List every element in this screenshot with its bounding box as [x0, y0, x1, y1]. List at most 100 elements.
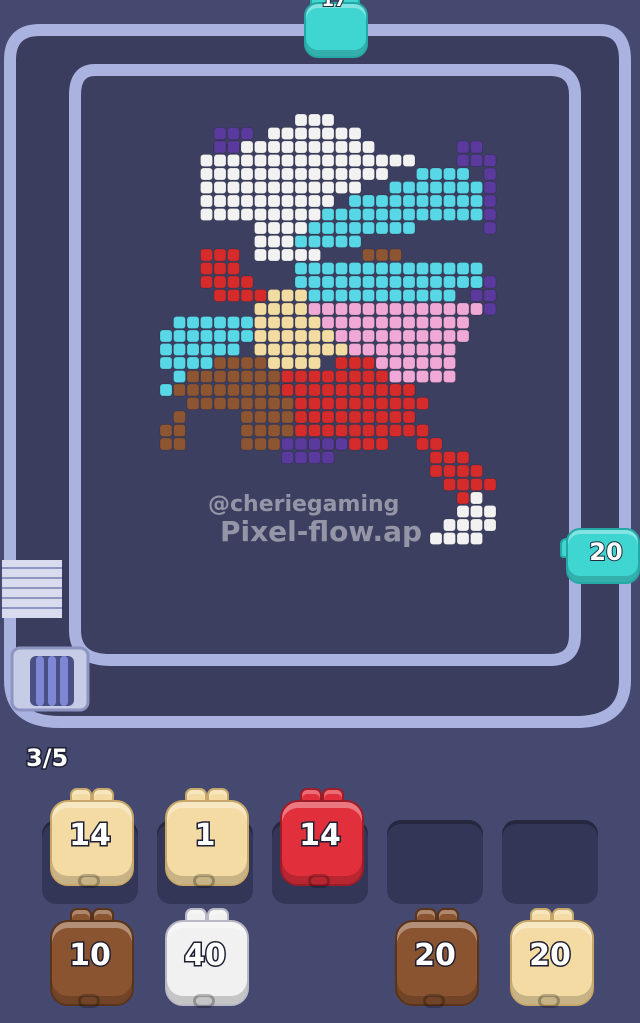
pixel-block	[389, 194, 402, 208]
pixel-block	[362, 194, 375, 208]
pixel-block	[227, 383, 240, 397]
pixel-block	[483, 208, 497, 221]
pixel-block	[470, 505, 483, 518]
pixel-block	[443, 208, 456, 221]
pixel-block	[267, 167, 281, 181]
pig-ammo-count: 10	[68, 937, 113, 975]
pixel-block	[281, 221, 294, 235]
pixel-block	[294, 397, 308, 410]
pixel-block	[402, 356, 416, 370]
pixel-block	[389, 154, 402, 167]
pixel-block	[254, 221, 267, 235]
queue-pig-3[interactable]: 20	[395, 906, 479, 1014]
active-slot-4[interactable]	[502, 820, 598, 904]
queue-pig-4[interactable]: 20	[510, 906, 594, 1014]
pixel-block	[443, 181, 456, 194]
pixel-block	[443, 518, 456, 532]
pixel-block	[443, 356, 456, 370]
queue-pig-0[interactable]: 10	[50, 906, 134, 1014]
slot-pig-2[interactable]: 14	[280, 786, 364, 894]
pixel-block	[213, 370, 227, 383]
pixel-block	[213, 316, 227, 329]
pixel-block	[348, 127, 362, 140]
pixel-block	[281, 140, 294, 154]
pig-ammo-count: 14	[298, 817, 343, 855]
right-shooter-value: 20	[588, 537, 623, 567]
pixel-block	[362, 316, 375, 329]
watermark-handle: @cheriegaming	[208, 492, 400, 517]
pixel-block	[159, 329, 173, 343]
pixel-block	[362, 221, 375, 235]
top-shooter[interactable]: 17	[302, 0, 368, 58]
pixel-block	[375, 262, 389, 275]
pixel-block	[227, 370, 240, 383]
pixel-block	[240, 383, 254, 397]
pixel-block	[294, 235, 308, 248]
pixel-block	[267, 370, 281, 383]
pixel-block	[213, 181, 227, 194]
slot-pig-0[interactable]: 14	[50, 786, 134, 894]
pixel-block	[402, 194, 416, 208]
pixel-block	[443, 302, 456, 316]
pixel-block	[200, 383, 213, 397]
pixel-block	[308, 248, 321, 262]
pixel-block	[362, 167, 375, 181]
pixel-block	[186, 370, 200, 383]
pixel-block	[443, 289, 456, 302]
pixel-block	[308, 167, 321, 181]
pixel-block	[308, 424, 321, 437]
slot-pig-1[interactable]: 1	[165, 786, 249, 894]
pixel-block	[456, 505, 470, 518]
queue-pig-1[interactable]: 40	[165, 906, 249, 1014]
pixel-block	[416, 275, 429, 289]
pixel-block	[470, 262, 483, 275]
pixel-block	[335, 329, 348, 343]
pixel-block	[173, 329, 186, 343]
pixel-block	[389, 221, 402, 235]
pixel-block	[254, 154, 267, 167]
pixel-block	[213, 140, 227, 154]
pixel-block	[375, 302, 389, 316]
pixel-block	[240, 140, 254, 154]
pixel-block	[456, 140, 470, 154]
pixel-block	[470, 154, 483, 167]
pixel-block	[308, 410, 321, 424]
pig-tail-icon	[193, 874, 215, 888]
pixel-block	[362, 140, 375, 154]
pixel-block	[308, 329, 321, 343]
right-shooter[interactable]: 20	[560, 520, 640, 584]
pixel-block	[173, 316, 186, 329]
pixel-block	[389, 208, 402, 221]
pixel-block	[308, 343, 321, 356]
pig-tail-icon	[538, 994, 560, 1008]
pixel-block	[321, 370, 335, 383]
pixel-block	[362, 437, 375, 451]
pixel-block	[348, 235, 362, 248]
pixel-block	[470, 181, 483, 194]
pixel-block	[483, 221, 497, 235]
pixel-block	[348, 329, 362, 343]
pixel-block	[375, 424, 389, 437]
pixel-block	[416, 167, 429, 181]
pixel-block	[294, 275, 308, 289]
pixel-block	[402, 410, 416, 424]
pixel-art-canvas	[159, 113, 497, 545]
pixel-block	[321, 113, 335, 127]
pixel-block	[389, 329, 402, 343]
pixel-block	[429, 262, 443, 275]
pixel-block	[186, 316, 200, 329]
pixel-block	[416, 356, 429, 370]
pixel-block	[375, 316, 389, 329]
pixel-block	[416, 424, 429, 437]
active-slot-3[interactable]	[387, 820, 483, 904]
pixel-block	[335, 410, 348, 424]
pixel-block	[213, 248, 227, 262]
pixel-block	[335, 356, 348, 370]
pixel-block	[335, 343, 348, 356]
pixel-block	[227, 208, 240, 221]
pixel-block	[240, 208, 254, 221]
pixel-block	[375, 437, 389, 451]
pixel-block	[335, 127, 348, 140]
pixel-block	[254, 248, 267, 262]
pixel-block	[267, 424, 281, 437]
